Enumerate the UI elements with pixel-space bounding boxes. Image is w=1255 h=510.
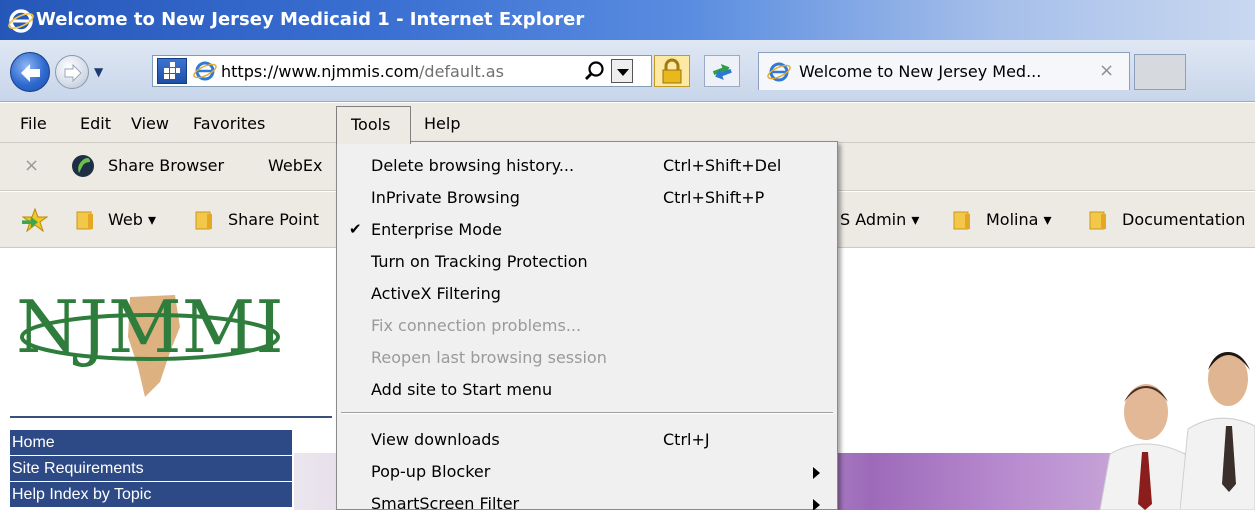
menu-view[interactable]: View xyxy=(131,114,169,133)
menu-item-label: Add site to Start menu xyxy=(371,380,553,399)
menu-item-label: InPrivate Browsing xyxy=(371,188,520,207)
recent-pages-dropdown[interactable]: ▼ xyxy=(94,65,103,79)
forward-arrow-icon xyxy=(64,63,82,83)
refresh-button[interactable] xyxy=(704,55,740,87)
menu-item-label: Pop-up Blocker xyxy=(371,462,491,481)
share-browser-icon xyxy=(72,155,94,177)
share-browser-button[interactable]: Share Browser xyxy=(108,156,224,175)
site-favicon-icon xyxy=(193,61,217,81)
security-report-button[interactable] xyxy=(654,55,690,87)
favorite-share-point[interactable]: Share Point xyxy=(228,210,319,229)
menu-help[interactable]: Help xyxy=(424,114,460,133)
forward-button[interactable] xyxy=(55,55,89,89)
tools-dropdown-menu: Delete browsing history... Ctrl+Shift+De… xyxy=(336,141,838,510)
internet-explorer-icon xyxy=(8,9,34,33)
menu-item-add-site-to-start[interactable]: Add site to Start menu xyxy=(337,374,837,406)
menu-item-inprivate-browsing[interactable]: InPrivate Browsing Ctrl+Shift+P xyxy=(337,182,837,214)
tab-title: Welcome to New Jersey Med... xyxy=(799,62,1042,81)
menu-item-label: View downloads xyxy=(371,430,500,449)
url-scheme: https:// xyxy=(221,62,279,81)
menu-item-shortcut: Ctrl+Shift+P xyxy=(663,188,765,207)
doctor-photo xyxy=(1180,352,1255,510)
menu-item-label: Fix connection problems... xyxy=(371,316,582,335)
menu-item-label: SmartScreen Filter xyxy=(371,494,520,510)
menu-tools[interactable]: Tools xyxy=(336,106,411,144)
menu-item-popup-blocker[interactable]: Pop-up Blocker xyxy=(337,456,837,488)
left-navigation: Home Site Requirements Help Index by Top… xyxy=(10,430,292,508)
submenu-arrow-icon xyxy=(813,499,820,510)
njmmis-logo[interactable]: NJMMIS xyxy=(10,257,280,407)
url-text[interactable]: https://www.njmmis.com/default.as xyxy=(221,62,504,81)
menu-item-view-downloads[interactable]: View downloads Ctrl+J xyxy=(337,424,837,456)
webex-button[interactable]: WebEx xyxy=(268,156,322,175)
grid-icon xyxy=(164,62,180,79)
menu-item-delete-browsing-history[interactable]: Delete browsing history... Ctrl+Shift+De… xyxy=(337,150,837,182)
favorites-star-icon[interactable] xyxy=(22,208,48,232)
close-command-bar-icon[interactable]: × xyxy=(24,155,39,176)
menu-bar: File Edit View Favorites Help xyxy=(0,103,1255,143)
back-arrow-icon xyxy=(21,64,40,82)
favorite-molina[interactable]: Molina ▾ xyxy=(986,210,1052,229)
menu-item-label: Enterprise Mode xyxy=(371,220,502,239)
url-path: /default.as xyxy=(419,62,504,81)
menu-tools-label: Tools xyxy=(351,115,391,134)
window-title-bar: Welcome to New Jersey Medicaid 1 - Inter… xyxy=(0,0,1255,40)
menu-item-shortcut: Ctrl+J xyxy=(663,430,710,449)
refresh-arrows-icon xyxy=(712,64,732,80)
menu-item-label: Turn on Tracking Protection xyxy=(371,252,588,271)
back-button[interactable] xyxy=(10,52,50,92)
menu-item-smartscreen-filter[interactable]: SmartScreen Filter xyxy=(337,488,837,510)
tab-close-icon[interactable]: × xyxy=(1099,60,1114,81)
new-tab-button[interactable] xyxy=(1134,54,1186,90)
padlock-icon xyxy=(662,58,682,84)
submenu-arrow-icon xyxy=(813,467,820,479)
nav-item-help-index[interactable]: Help Index by Topic xyxy=(10,482,292,508)
menu-favorites[interactable]: Favorites xyxy=(193,114,265,133)
folder-icon xyxy=(195,211,212,230)
compatibility-view-icon[interactable] xyxy=(157,58,187,84)
favorite-admin[interactable]: S Admin ▾ xyxy=(840,210,919,229)
menu-item-tracking-protection[interactable]: Turn on Tracking Protection xyxy=(337,246,837,278)
favorite-documentation[interactable]: Documentation xyxy=(1122,210,1245,229)
favorite-web[interactable]: Web ▾ xyxy=(108,210,156,229)
menu-item-activex-filtering[interactable]: ActiveX Filtering xyxy=(337,278,837,310)
nav-item-site-requirements[interactable]: Site Requirements xyxy=(10,456,292,482)
menu-item-shortcut: Ctrl+Shift+Del xyxy=(663,156,782,175)
url-host: www.njmmis.com xyxy=(278,62,420,81)
folder-icon xyxy=(953,211,970,230)
search-icon[interactable] xyxy=(583,59,607,83)
navigation-bar: ▼ https://www.njmmis.com/default.as Welc… xyxy=(0,40,1255,102)
tab-favicon-icon xyxy=(767,62,791,82)
menu-file[interactable]: File xyxy=(20,114,47,133)
menu-item-reopen-last-session: Reopen last browsing session xyxy=(337,342,837,374)
browser-tab[interactable]: Welcome to New Jersey Med... × xyxy=(758,52,1130,90)
address-dropdown-button[interactable] xyxy=(611,59,633,83)
nav-item-home[interactable]: Home xyxy=(10,430,292,456)
folder-icon xyxy=(1089,211,1106,230)
menu-edit[interactable]: Edit xyxy=(80,114,111,133)
folder-icon xyxy=(76,211,93,230)
checkmark-icon: ✔ xyxy=(349,220,362,238)
menu-item-fix-connection-problems: Fix connection problems... xyxy=(337,310,837,342)
logo-text: NJMMIS xyxy=(16,285,280,369)
menu-item-label: Reopen last browsing session xyxy=(371,348,607,367)
window-title: Welcome to New Jersey Medicaid 1 - Inter… xyxy=(36,9,585,30)
address-bar[interactable]: https://www.njmmis.com/default.as xyxy=(152,55,652,87)
menu-item-enterprise-mode[interactable]: ✔ Enterprise Mode xyxy=(337,214,837,246)
menu-separator xyxy=(341,412,833,414)
menu-item-label: Delete browsing history... xyxy=(371,156,575,175)
menu-item-label: ActiveX Filtering xyxy=(371,284,501,303)
header-divider xyxy=(10,416,332,418)
